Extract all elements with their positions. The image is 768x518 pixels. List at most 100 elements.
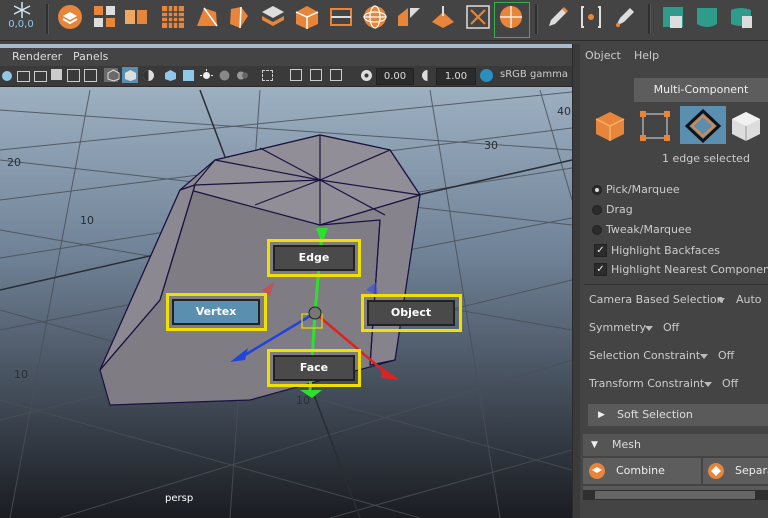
- isolate-icon[interactable]: [2, 71, 12, 81]
- grid-icon[interactable]: [160, 4, 186, 30]
- symmetry-value[interactable]: Off: [663, 321, 679, 334]
- label-tweak-marquee: Tweak/Marquee: [606, 223, 692, 236]
- shelf-separator: [648, 4, 651, 34]
- plane-icon[interactable]: [430, 4, 456, 30]
- sphere-wire-icon[interactable]: [362, 4, 388, 30]
- perspective-viewport[interactable]: 20 10 10 30 40 10: [0, 44, 572, 518]
- horizontal-scrollbar[interactable]: [583, 490, 768, 500]
- edge-mode-icon[interactable]: [681, 108, 725, 144]
- select-icon[interactable]: [262, 70, 273, 81]
- isolate-select-icon[interactable]: [290, 69, 302, 81]
- grid-label: 10: [14, 368, 28, 381]
- tab-multi-component[interactable]: Multi-Component: [634, 78, 768, 102]
- radio-pick-marquee[interactable]: [592, 185, 602, 195]
- marking-menu-face[interactable]: Face: [273, 355, 355, 381]
- shelf-separator: [46, 4, 49, 34]
- textured-cube-icon[interactable]: [164, 69, 177, 82]
- chevron-right-icon: ▶: [598, 410, 605, 420]
- mesh-section-label: Mesh: [612, 438, 641, 451]
- marker-icon[interactable]: [612, 4, 638, 30]
- light-bulb-icon[interactable]: [200, 69, 213, 82]
- lights-icon[interactable]: [182, 69, 195, 82]
- label-highlight-backfaces: Highlight Backfaces: [611, 244, 721, 257]
- shadows-icon[interactable]: [218, 69, 231, 82]
- radio-tweak-marquee[interactable]: [592, 225, 602, 235]
- xray-joints-icon[interactable]: [310, 69, 322, 81]
- exposure-field[interactable]: 0.00: [376, 68, 414, 85]
- viewport-menubar: Renderer Panels: [0, 48, 572, 66]
- bracket-icon[interactable]: [578, 4, 604, 30]
- modeling-toolkit-panel: Object Help Multi-Component 1 edge selec…: [580, 44, 768, 518]
- camera-based-selection-value[interactable]: Auto: [736, 293, 762, 306]
- soft-selection-header[interactable]: ▶ Soft Selection: [588, 404, 768, 426]
- chevron-down-icon[interactable]: [700, 354, 708, 359]
- polygon-icon[interactable]: [194, 4, 220, 30]
- selection-constraint-value[interactable]: Off: [718, 349, 734, 362]
- divider: [584, 284, 768, 285]
- transform-constraint-value[interactable]: Off: [722, 377, 738, 390]
- checkbox-highlight-nearest[interactable]: ✓: [594, 263, 607, 276]
- vertex-mode-icon[interactable]: [634, 108, 678, 144]
- separate-button[interactable]: Separa: [703, 458, 768, 484]
- ambient-occlusion-icon[interactable]: [236, 69, 249, 82]
- chevron-down-icon: ▼: [591, 440, 598, 450]
- camera-gate-icon[interactable]: [34, 71, 47, 82]
- shelf-separator: [535, 4, 538, 34]
- chevron-down-icon[interactable]: [704, 382, 712, 387]
- cube-icon[interactable]: [294, 4, 320, 30]
- face-mode-icon[interactable]: [724, 108, 768, 144]
- gamma-field[interactable]: 1.00: [436, 68, 476, 85]
- color-space-dropdown[interactable]: sRGB gamma: [500, 69, 568, 80]
- marking-menu-vertex[interactable]: Vertex: [172, 299, 260, 325]
- shelf-cube-icon[interactable]: [660, 4, 686, 30]
- label-drag: Drag: [606, 203, 633, 216]
- marking-menu-object[interactable]: Object: [367, 300, 455, 326]
- pencil-icon[interactable]: [545, 4, 571, 30]
- marking-menu-edge[interactable]: Edge: [273, 245, 355, 271]
- exposure-icon[interactable]: [360, 69, 373, 82]
- grid-label: 20: [7, 156, 21, 169]
- checkbox-highlight-backfaces[interactable]: ✓: [594, 244, 607, 257]
- object-mode-cube-icon[interactable]: [588, 108, 632, 144]
- cube-pair-icon[interactable]: [123, 4, 149, 30]
- grid-toggle-icon[interactable]: [51, 69, 62, 80]
- combine-icon: [589, 463, 605, 479]
- frame-icon[interactable]: [465, 4, 491, 30]
- menu-renderer[interactable]: Renderer: [12, 50, 62, 63]
- bevel-icon[interactable]: [396, 4, 422, 30]
- cylinder-green-icon[interactable]: [728, 4, 754, 30]
- separate-label: Separa: [735, 464, 768, 477]
- menu-help[interactable]: Help: [634, 49, 659, 62]
- field-chart-icon[interactable]: [67, 69, 80, 82]
- menu-object[interactable]: Object: [585, 49, 621, 62]
- layer-icon[interactable]: [57, 4, 83, 30]
- combine-button[interactable]: Combine: [583, 458, 701, 484]
- cone-icon[interactable]: [694, 4, 720, 30]
- shaded-cube-icon[interactable]: [124, 69, 137, 82]
- label-selection-constraint: Selection Constraint: [589, 349, 701, 362]
- safe-action-icon[interactable]: [84, 69, 97, 82]
- combine-icon[interactable]: [498, 4, 524, 30]
- selection-status: 1 edge selected: [662, 152, 750, 165]
- multi-cube-icon[interactable]: [260, 4, 286, 30]
- grid-label: 10: [80, 214, 94, 227]
- shelf-toolbar: 0,0,0: [0, 0, 768, 41]
- wire-cube-icon[interactable]: [107, 69, 120, 82]
- xray-active-icon[interactable]: [330, 69, 342, 81]
- edge-loop-icon[interactable]: [328, 4, 354, 30]
- menu-panels[interactable]: Panels: [73, 50, 108, 63]
- scrollbar-thumb[interactable]: [595, 491, 755, 499]
- radio-drag[interactable]: [592, 205, 602, 215]
- component-grid-icon[interactable]: [92, 4, 118, 30]
- chevron-down-icon[interactable]: [717, 298, 725, 303]
- label-camera-based-selection: Camera Based Selection: [589, 293, 724, 306]
- color-management-icon[interactable]: [480, 69, 493, 82]
- grid-label: 30: [484, 139, 498, 152]
- mesh-section-header[interactable]: ▼ Mesh: [583, 434, 768, 456]
- gamma-icon[interactable]: [421, 69, 434, 82]
- chevron-down-icon[interactable]: [645, 326, 653, 331]
- camera-label: persp: [165, 493, 194, 504]
- wireframe-icon[interactable]: [17, 71, 30, 82]
- cylinder-icon[interactable]: [226, 4, 252, 30]
- half-sphere-icon[interactable]: [142, 69, 155, 82]
